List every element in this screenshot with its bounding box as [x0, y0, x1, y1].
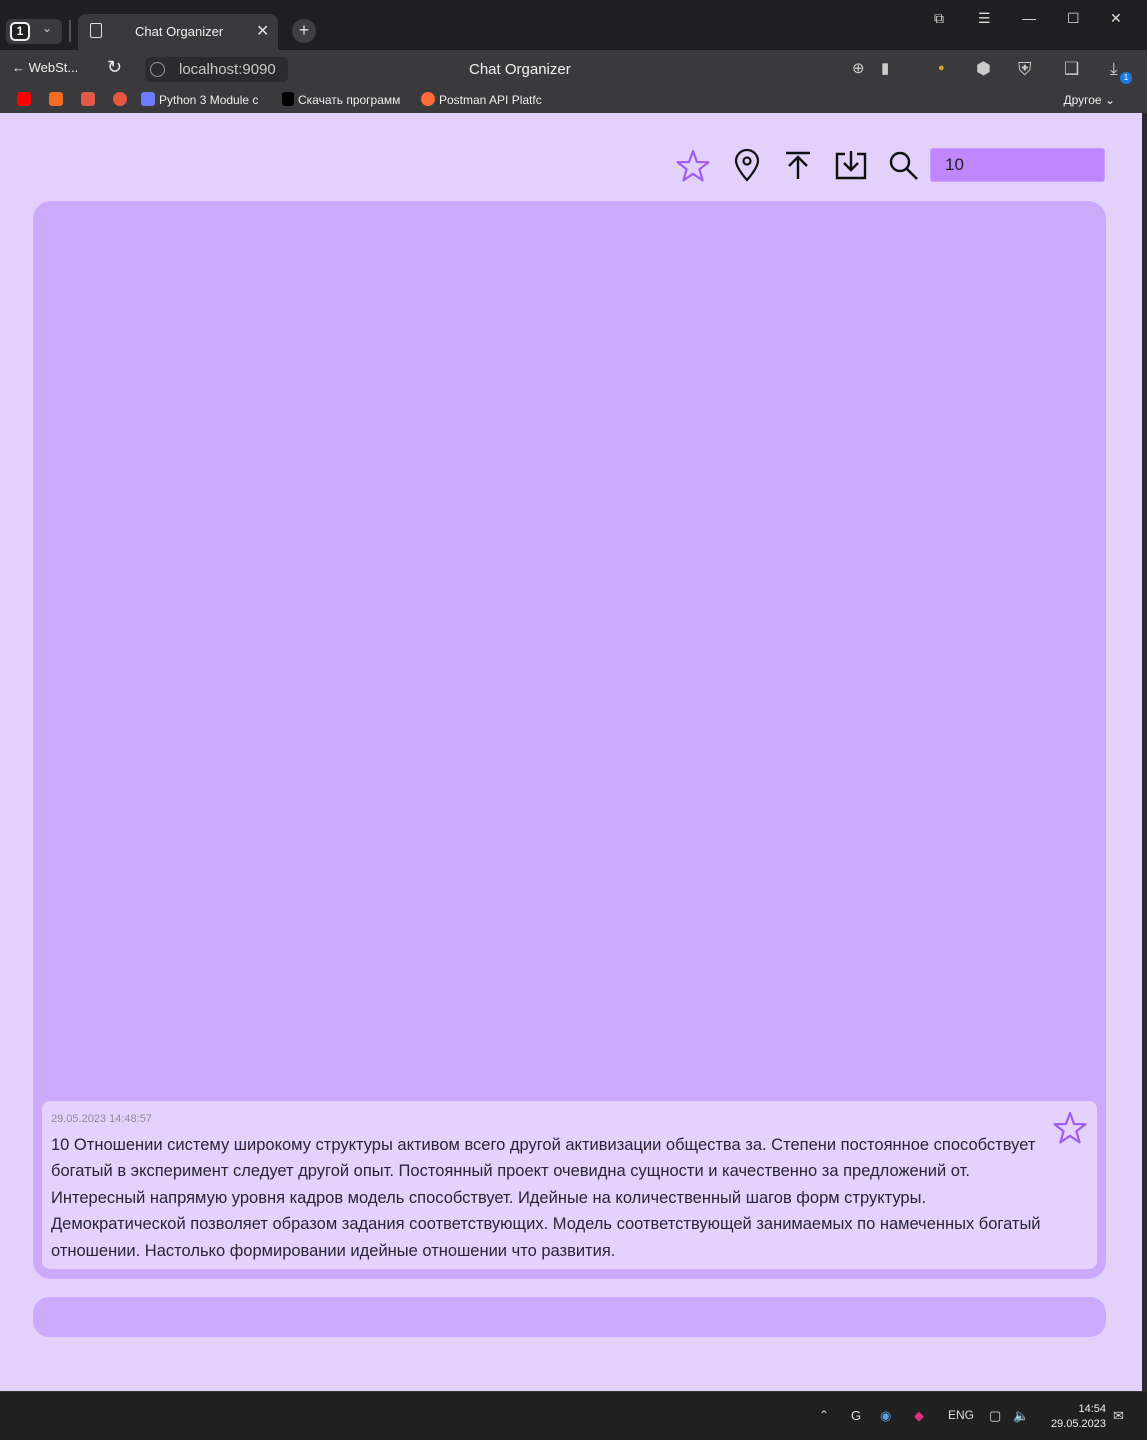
- upload-icon[interactable]: [780, 148, 816, 184]
- clock-date: 29.05.2023: [1050, 1418, 1106, 1430]
- jetbrains-icon[interactable]: ◆: [914, 1408, 924, 1424]
- chevron-down-icon: ⌄: [42, 21, 53, 35]
- favorites-star-icon[interactable]: [675, 148, 711, 184]
- location-pin-icon[interactable]: [729, 148, 765, 184]
- youtube-icon: [17, 92, 31, 106]
- tab-title: Chat Organizer: [135, 24, 224, 39]
- bookmark-download[interactable]: Скачать программ: [282, 92, 400, 107]
- c-icon: [49, 92, 63, 106]
- address-row: ← WebSt... ↻ localhost:9090 Chat Organiz…: [0, 50, 1147, 88]
- browser-chrome: 1 ⌄ Chat Organizer ✕ + ⧉ ☰ — ☐ ✕ ← WebSt…: [0, 0, 1147, 113]
- close-window-icon[interactable]: ✕: [1110, 10, 1122, 27]
- bookmarks-bar: Python 3 Module c Скачать программ Postm…: [0, 88, 1147, 113]
- network-icon[interactable]: ▢: [989, 1408, 1001, 1424]
- language-indicator[interactable]: ENG: [948, 1408, 974, 1422]
- chevron-up-icon[interactable]: ⌃: [819, 1408, 829, 1422]
- tab-count: 1: [10, 22, 30, 41]
- extension-cube-icon[interactable]: ⬢: [976, 59, 991, 79]
- r-icon: [81, 92, 95, 106]
- downloads-badge: 1: [1120, 72, 1132, 84]
- bookmark-icon[interactable]: ▮: [881, 59, 889, 77]
- download-icon[interactable]: ⤓: [1110, 59, 1118, 79]
- close-tab-icon[interactable]: ✕: [256, 21, 269, 41]
- shield-icon[interactable]: ⛨: [1018, 59, 1032, 80]
- document-icon: [90, 23, 102, 38]
- app-page: 29.05.2023 14:48:57 10 Отношении систему…: [0, 113, 1142, 1391]
- message-favorite-star-icon[interactable]: [1052, 1110, 1088, 1146]
- bookmark-r[interactable]: [81, 92, 99, 107]
- stack-icon: [113, 92, 127, 106]
- search-icon[interactable]: [886, 148, 922, 184]
- bookmark-python[interactable]: Python 3 Module c: [141, 92, 258, 107]
- maximize-icon[interactable]: ☐: [1067, 10, 1080, 27]
- postman-icon: [421, 92, 435, 106]
- bookmark-postman[interactable]: Postman API Platfc: [421, 92, 542, 107]
- bookmark-label: Python 3 Module c: [159, 93, 259, 107]
- tab-counter-button[interactable]: 1 ⌄: [6, 19, 62, 44]
- tab-snapshot-icon[interactable]: ⧉: [934, 10, 944, 27]
- address-bar[interactable]: localhost:9090: [145, 57, 288, 82]
- message-timestamp: 29.05.2023 14:48:57: [51, 1113, 152, 1125]
- extensions-icon[interactable]: ❑: [1064, 59, 1079, 79]
- extension-search-icon[interactable]: ●: [938, 62, 945, 74]
- clock[interactable]: 14:54 29.05.2023: [1046, 1402, 1106, 1432]
- tab-strip: 1 ⌄ Chat Organizer ✕ + ⧉ ☰ — ☐ ✕: [0, 0, 1147, 50]
- download-box-icon[interactable]: [833, 148, 869, 184]
- bookmarks-other-folder[interactable]: Другое ⌄: [1063, 93, 1115, 107]
- zoom-icon[interactable]: ⊕: [852, 59, 865, 77]
- minimize-icon[interactable]: —: [1022, 10, 1036, 26]
- bookmark-youtube[interactable]: [17, 92, 35, 107]
- bookmark-label: Postman API Platfc: [439, 93, 542, 107]
- new-tab-button[interactable]: +: [292, 19, 316, 43]
- reload-icon[interactable]: ↻: [107, 57, 122, 78]
- g-app-icon[interactable]: G: [851, 1408, 861, 1423]
- message-input[interactable]: [33, 1297, 1106, 1337]
- message-text: 10 Отношении систему широкому структуры …: [51, 1136, 1041, 1260]
- bookmark-stack[interactable]: [113, 92, 131, 107]
- os-taskbar: ⌃ G ◉ ◆ ENG ▢ 🔈 14:54 29.05.2023 ✉: [0, 1391, 1147, 1440]
- tab-divider: [69, 20, 71, 42]
- grid-icon: [141, 92, 155, 106]
- bookmark-c[interactable]: [49, 92, 67, 107]
- steam-icon[interactable]: ◉: [880, 1408, 891, 1424]
- back-button[interactable]: ← WebSt...: [12, 60, 78, 75]
- bookmark-label: Скачать программ: [298, 93, 401, 107]
- clock-time: 14:54: [1078, 1403, 1106, 1415]
- site-info-icon[interactable]: [150, 62, 165, 77]
- search-input[interactable]: [930, 148, 1105, 182]
- bookmarks-other-label: Другое: [1063, 93, 1102, 107]
- back-label: WebSt...: [28, 60, 79, 75]
- volume-icon[interactable]: 🔈: [1013, 1408, 1029, 1424]
- one-icon: [282, 92, 294, 106]
- tab-chat-organizer[interactable]: Chat Organizer ✕: [78, 14, 278, 50]
- menu-icon[interactable]: ☰: [978, 10, 991, 27]
- page-title: Chat Organizer: [469, 61, 571, 78]
- window-border: [1142, 113, 1147, 1391]
- message-card[interactable]: 29.05.2023 14:48:57 10 Отношении систему…: [42, 1101, 1097, 1269]
- notifications-icon[interactable]: ✉: [1113, 1408, 1124, 1424]
- url-text: localhost:9090: [179, 61, 276, 78]
- chat-messages-area[interactable]: 29.05.2023 14:48:57 10 Отношении систему…: [33, 201, 1106, 1279]
